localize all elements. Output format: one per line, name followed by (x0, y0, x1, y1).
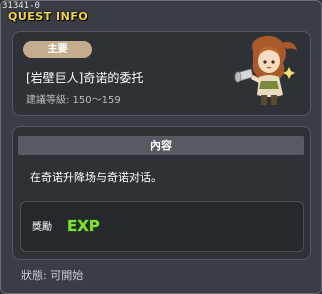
quest-level: 建議等級: 150～159 (26, 95, 121, 106)
reward-box: 獎勵 EXP (20, 201, 304, 252)
content-header: 內容 (18, 136, 304, 155)
quest-info-window: 31341-0 QUEST INFO 主要 [岩壁巨人]奇诺的委托 建議等級: … (0, 0, 322, 294)
exp-icon: EXP (66, 216, 100, 235)
npc-character-icon (234, 35, 297, 105)
quest-type-tag: 主要 (23, 41, 92, 58)
reward-label: 獎勵 (32, 222, 52, 233)
quest-description: 在奇诺升降场与奇诺对话。 (30, 171, 162, 184)
exp-icon-text: EXP (67, 217, 100, 235)
quest-name: [岩壁巨人]奇诺的委托 (26, 71, 144, 85)
window-title: QUEST INFO (8, 10, 89, 23)
quest-summary-panel: 主要 [岩壁巨人]奇诺的委托 建議等級: 150～159 (12, 31, 311, 116)
quest-content-panel: 內容 在奇诺升降场与奇诺对话。 獎勵 EXP (12, 126, 311, 260)
quest-status: 狀態: 可開始 (21, 269, 84, 282)
